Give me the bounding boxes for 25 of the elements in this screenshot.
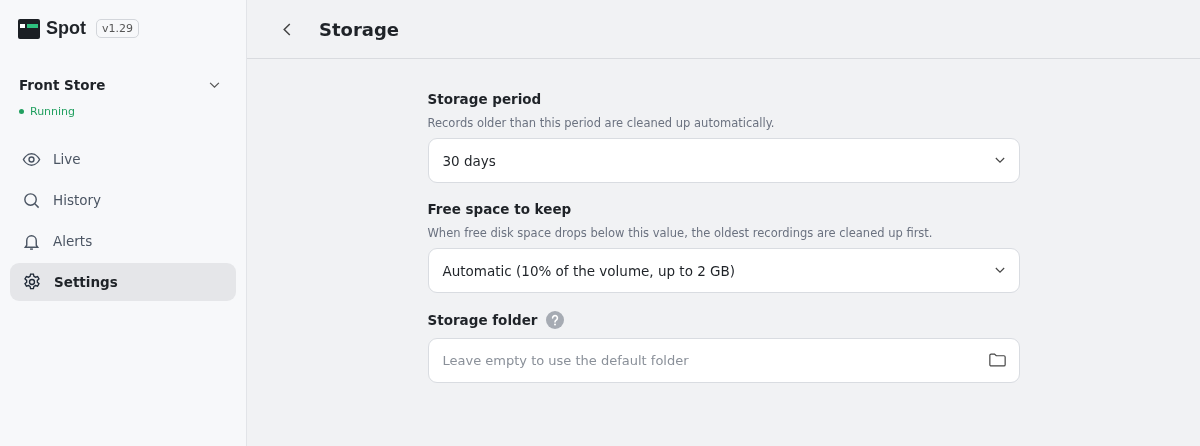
select-field[interactable]: Automatic (10% of the volume, up to 2 GB) <box>427 248 1020 293</box>
version-badge: v1.29 <box>96 19 139 38</box>
chevron-down-icon <box>994 157 1005 164</box>
page-title: Storage <box>319 18 400 40</box>
chevron-down-icon <box>994 267 1005 274</box>
nav-item[interactable]: History <box>10 181 236 219</box>
chevron-down-icon <box>209 81 220 89</box>
nav-item[interactable]: Live <box>10 140 236 178</box>
select-field[interactable]: 30 days <box>427 138 1020 183</box>
status-text: Running <box>30 105 76 118</box>
chevron-left-icon <box>283 22 291 36</box>
field-label: Free space to keep <box>427 201 572 217</box>
field-label: Storage folder <box>427 312 538 328</box>
field-description: Records older than this period are cleaned up automatically. <box>427 116 776 130</box>
instance-selector[interactable]: Front Store <box>10 77 220 93</box>
search-icon <box>22 190 41 210</box>
app-name: Spot <box>46 18 86 39</box>
logo-icon <box>18 18 40 39</box>
nav-item[interactable]: Alerts <box>10 222 236 260</box>
field-label: Storage period <box>427 91 542 107</box>
folder-icon[interactable] <box>988 353 1006 367</box>
nav-item[interactable]: Settings <box>10 263 236 301</box>
folder-input-field[interactable]: Leave empty to use the default folder <box>427 338 1020 383</box>
field-description: When free disk space drops below this value, the oldest recordings are cleaned up first. <box>427 226 934 240</box>
settings-icon <box>22 272 42 292</box>
